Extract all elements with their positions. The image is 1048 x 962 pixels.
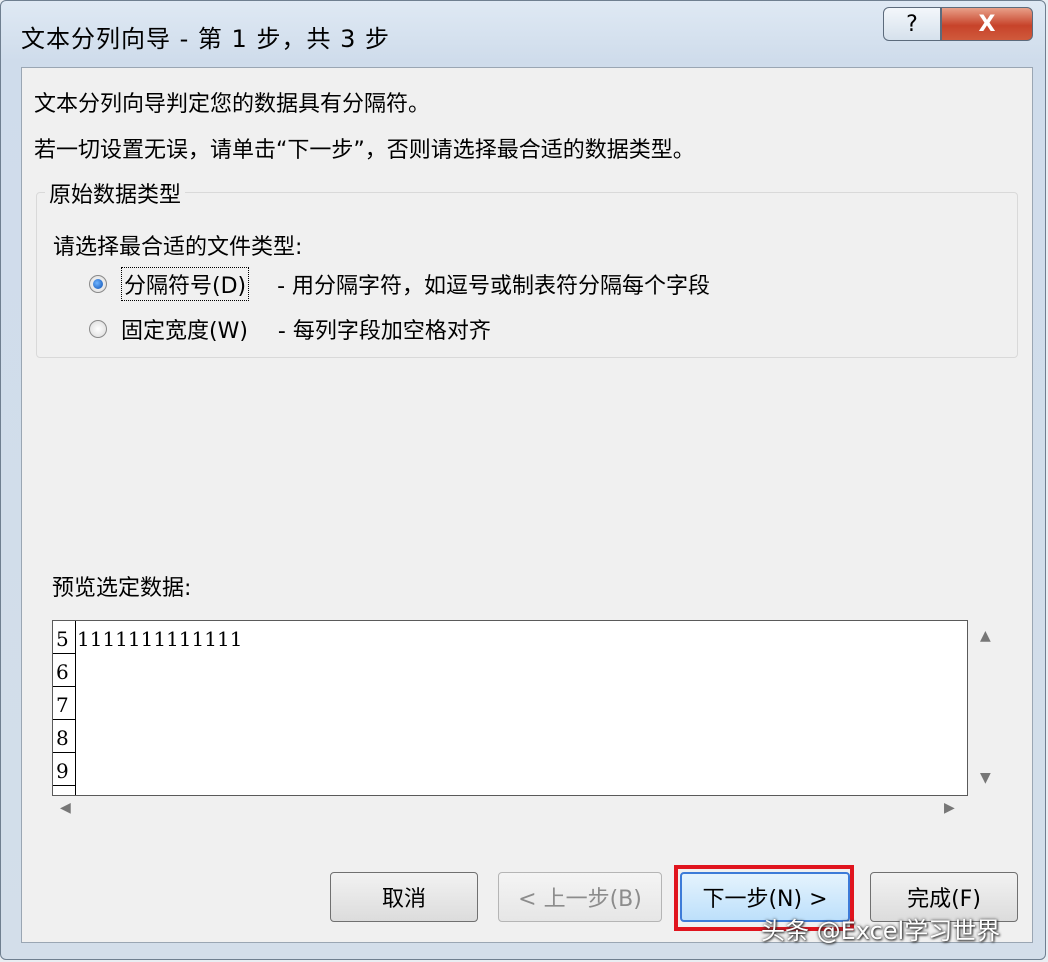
- title-bar[interactable]: 文本分列向导 - 第 1 步，共 3 步 ? X: [1, 1, 1045, 67]
- scroll-down-icon[interactable]: ▼: [980, 770, 991, 786]
- cancel-button[interactable]: 取消: [330, 872, 478, 922]
- question-mark-icon: ?: [906, 11, 918, 37]
- close-icon: X: [978, 11, 996, 37]
- radio-delimited[interactable]: 分隔符号(D) - 用分隔字符，如逗号或制表符分隔每个字段: [89, 267, 710, 301]
- dialog-body: 文本分列向导判定您的数据具有分隔符。 若一切设置无误，请单击“下一步”，否则请选…: [21, 67, 1033, 943]
- horizontal-scrollbar[interactable]: ◀ ▶: [52, 796, 968, 822]
- dialog-title: 文本分列向导 - 第 1 步，共 3 步: [21, 25, 390, 53]
- scroll-left-icon[interactable]: ◀: [60, 800, 71, 816]
- row-number: 6: [53, 654, 75, 687]
- radio-checked-icon[interactable]: [89, 275, 107, 293]
- intro-line-2: 若一切设置无误，请单击“下一步”，否则请选择最合适的数据类型。: [34, 138, 695, 163]
- text-to-columns-dialog: 文本分列向导 - 第 1 步，共 3 步 ? X 文本分列向导判定您的数据具有分…: [0, 0, 1046, 960]
- help-button[interactable]: ?: [883, 7, 941, 41]
- row-number: 9: [53, 753, 75, 786]
- watermark-text: 头条 @Excel学习世界: [761, 917, 1001, 945]
- close-button[interactable]: X: [941, 7, 1033, 41]
- intro-line-1: 文本分列向导判定您的数据具有分隔符。: [34, 92, 431, 117]
- radio-fixed-width-label[interactable]: 固定宽度(W): [121, 313, 248, 345]
- row-number: 7: [53, 687, 75, 720]
- row-number: 8: [53, 720, 75, 753]
- data-type-group: 原始数据类型 请选择最合适的文件类型: 分隔符号(D) - 用分隔字符，如逗号或…: [36, 177, 1018, 358]
- row-number-column: 5 6 7 8 9: [53, 621, 76, 795]
- vertical-scrollbar[interactable]: ▲ ▼: [968, 620, 1002, 796]
- file-type-prompt: 请选择最合适的文件类型:: [53, 235, 303, 260]
- preview-pane[interactable]: 5 6 7 8 9 1111111111111: [52, 620, 968, 796]
- scroll-up-icon[interactable]: ▲: [980, 628, 991, 644]
- radio-delimited-label[interactable]: 分隔符号(D): [121, 267, 250, 301]
- back-button[interactable]: < 上一步(B): [498, 872, 662, 922]
- group-legend: 原始数据类型: [45, 177, 186, 209]
- scroll-right-icon[interactable]: ▶: [944, 800, 955, 816]
- row-number: 5: [53, 621, 75, 654]
- radio-fixed-width-description: - 每列字段加空格对齐: [277, 319, 491, 344]
- radio-delimited-description: - 用分隔字符，如逗号或制表符分隔每个字段: [277, 274, 711, 299]
- radio-unchecked-icon[interactable]: [89, 320, 107, 338]
- preview-label: 预览选定数据:: [52, 576, 192, 601]
- radio-fixed-width[interactable]: 固定宽度(W) - 每列字段加空格对齐: [89, 313, 491, 345]
- preview-cell-text: 1111111111111: [77, 627, 243, 651]
